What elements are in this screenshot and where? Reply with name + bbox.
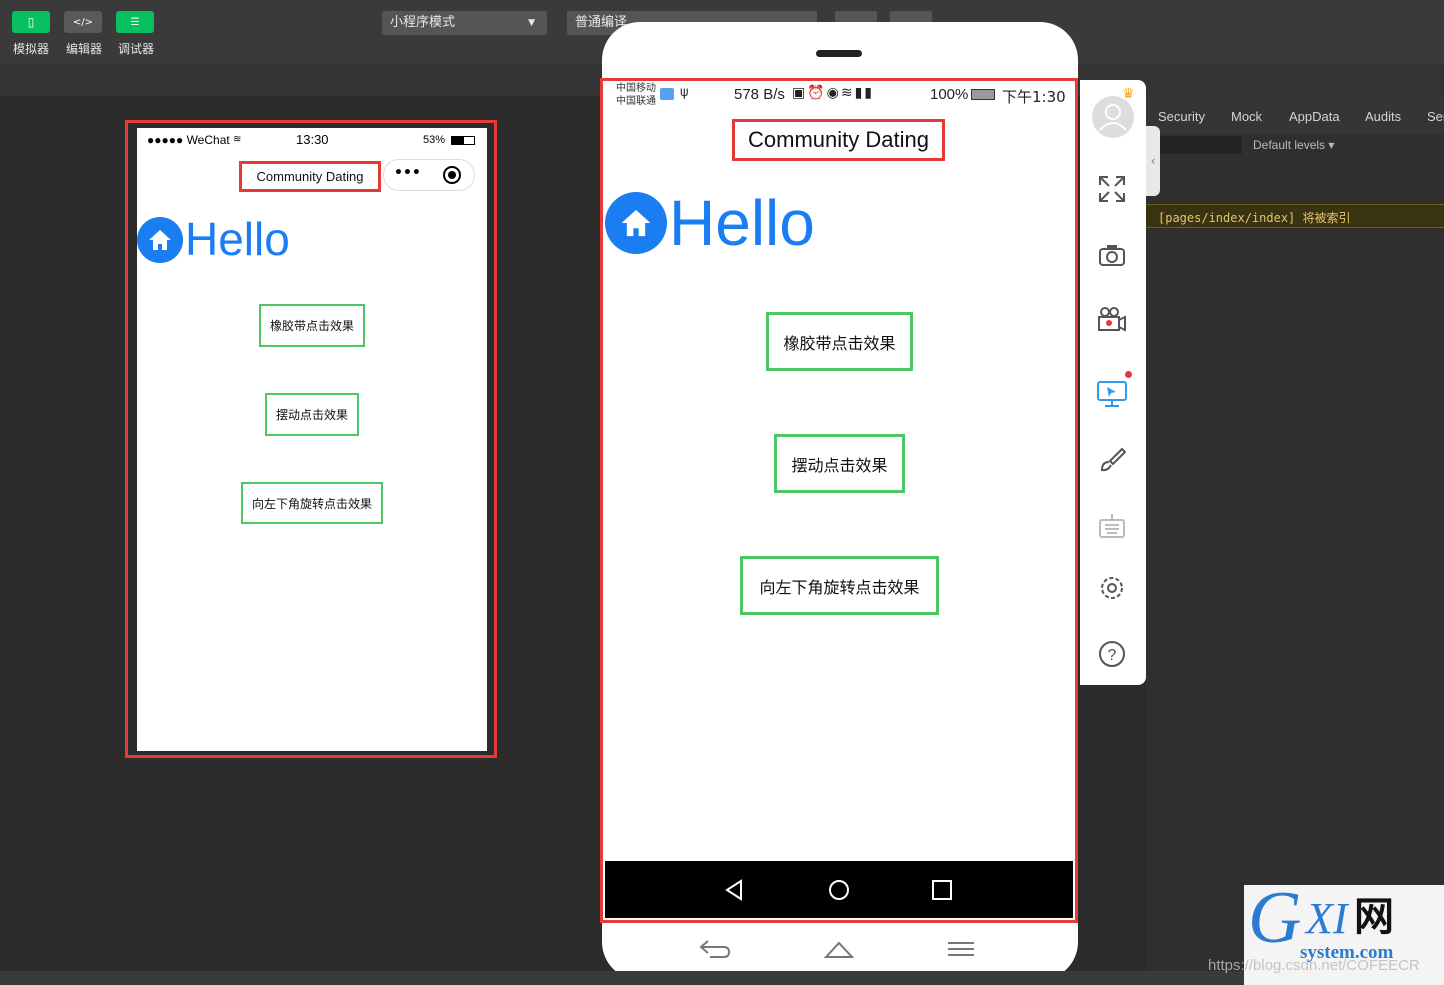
simulator-label: 模拟器 bbox=[13, 42, 50, 56]
levels-dropdown[interactable]: Default levels ▾ bbox=[1253, 138, 1334, 152]
mode-select-value: 小程序模式 bbox=[390, 15, 456, 30]
fullscreen-icon[interactable] bbox=[1095, 172, 1129, 206]
crown-icon: ♛ bbox=[1122, 86, 1135, 102]
simulator-toggle-button[interactable]: ▯ bbox=[12, 11, 50, 33]
svg-text:?: ? bbox=[1108, 647, 1117, 664]
editor-label: 编辑器 bbox=[66, 42, 103, 56]
avatar[interactable] bbox=[1092, 96, 1134, 138]
settings-gear-icon[interactable] bbox=[1095, 571, 1129, 605]
brush-icon[interactable] bbox=[1095, 443, 1129, 477]
phone-speaker bbox=[816, 50, 862, 57]
help-icon[interactable]: ? bbox=[1095, 637, 1129, 671]
editor-toggle-button[interactable]: </> bbox=[64, 11, 102, 33]
device-tool-panel: ♛ ? bbox=[1080, 80, 1146, 685]
mode-select[interactable]: 小程序模式 ▼ bbox=[382, 11, 547, 35]
code-icon: </> bbox=[72, 16, 94, 28]
tab-audits[interactable]: Audits bbox=[1365, 109, 1401, 124]
console-filter-input[interactable] bbox=[1154, 136, 1242, 154]
tab-mock[interactable]: Mock bbox=[1231, 109, 1262, 124]
camera-icon[interactable] bbox=[1095, 238, 1129, 272]
console-warning-row: [pages/index/index] 将被索引 bbox=[1146, 204, 1444, 228]
caret-down-icon: ▼ bbox=[528, 18, 535, 28]
keyboard-icon[interactable] bbox=[1095, 508, 1129, 542]
hardware-back-icon[interactable] bbox=[698, 938, 732, 960]
simulator-highlight-frame bbox=[125, 120, 497, 758]
debugger-toggle-button[interactable]: ☰ bbox=[116, 11, 154, 33]
hardware-menu-icon[interactable] bbox=[946, 940, 976, 958]
notification-dot bbox=[1125, 371, 1132, 378]
sliders-icon: ☰ bbox=[130, 16, 140, 28]
devtools-tab-bar: Security Mock AppData Audits Ser bbox=[1146, 96, 1444, 134]
video-record-icon[interactable] bbox=[1095, 302, 1129, 336]
watermark-url: https://blog.csdn.net/COFEECR bbox=[1208, 957, 1420, 974]
phone-highlight-frame bbox=[600, 78, 1078, 923]
collapse-panel-icon[interactable]: ‹ bbox=[1146, 126, 1160, 196]
watermark-xi: XI bbox=[1306, 894, 1348, 943]
devtools-panel: Security Mock AppData Audits Ser Default… bbox=[1146, 96, 1444, 976]
watermark-wang: 网 bbox=[1354, 894, 1394, 940]
watermark-g-letter: G bbox=[1248, 877, 1302, 959]
tab-security[interactable]: Security bbox=[1158, 109, 1205, 124]
debugger-label: 调试器 bbox=[118, 42, 155, 56]
tab-more[interactable]: Ser bbox=[1427, 109, 1444, 124]
tab-appdata[interactable]: AppData bbox=[1289, 109, 1340, 124]
remote-debug-icon[interactable] bbox=[1095, 377, 1129, 411]
console-warning-text: [pages/index/index] 将被索引 bbox=[1158, 211, 1351, 225]
hardware-home-icon[interactable] bbox=[824, 940, 854, 960]
phone-icon: ▯ bbox=[27, 15, 35, 29]
